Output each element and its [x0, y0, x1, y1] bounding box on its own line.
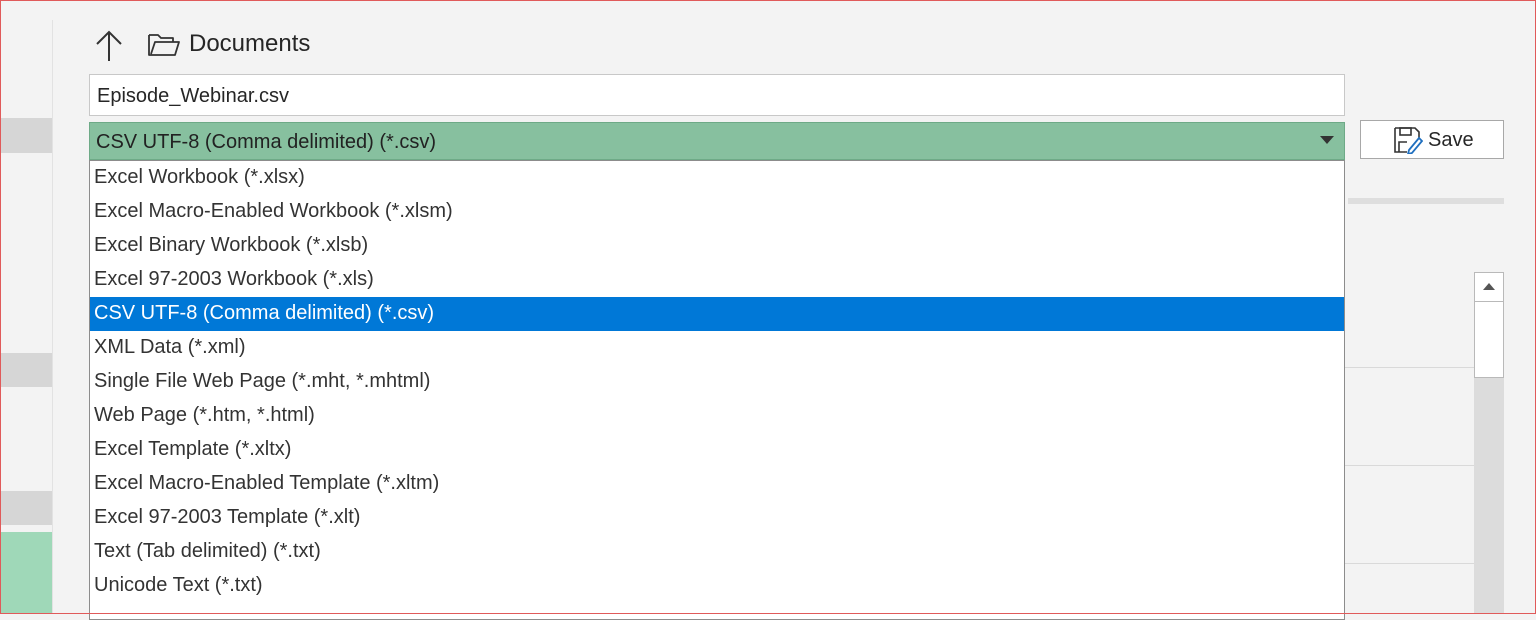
nav-divider — [52, 20, 53, 614]
folder-open-icon — [148, 34, 180, 56]
dropdown-arrow-icon — [1320, 136, 1334, 144]
file-type-option[interactable]: Excel 97-2003 Template (*.xlt) — [90, 501, 1344, 535]
current-location[interactable]: Documents — [189, 30, 310, 58]
save-as-icon — [1394, 127, 1423, 154]
up-folder-button[interactable] — [92, 28, 128, 64]
file-type-option[interactable]: Excel Template (*.xltx) — [90, 433, 1344, 467]
nav-item-selected[interactable] — [0, 532, 52, 614]
file-type-option[interactable]: Text (Tab delimited) (*.txt) — [90, 535, 1344, 569]
file-type-option[interactable]: Excel Macro-Enabled Workbook (*.xlsm) — [90, 195, 1344, 229]
file-type-option[interactable]: XML Data (*.xml) — [90, 331, 1344, 365]
file-type-dropdown-list[interactable]: Excel Workbook (*.xlsx) Excel Macro-Enab… — [89, 160, 1345, 620]
list-separator — [1345, 367, 1475, 368]
list-separator — [1345, 563, 1475, 564]
file-type-option[interactable]: Excel Macro-Enabled Template (*.xltm) — [90, 467, 1344, 501]
scrollbar-thumb[interactable] — [1474, 302, 1504, 378]
file-type-option[interactable]: Unicode Text (*.txt) — [90, 569, 1344, 603]
filename-input[interactable]: Episode_Webinar.csv — [89, 74, 1345, 116]
up-arrow-icon — [96, 30, 122, 61]
scroll-up-arrow-icon — [1483, 283, 1495, 290]
list-separator — [1345, 465, 1475, 466]
save-button-label: Save — [1428, 129, 1474, 151]
scroll-up-button[interactable] — [1474, 272, 1504, 302]
file-type-option[interactable]: Excel 97-2003 Workbook (*.xls) — [90, 263, 1344, 297]
nav-item[interactable] — [0, 353, 52, 387]
save-button[interactable]: Save — [1360, 120, 1504, 159]
file-type-option[interactable]: Excel Binary Workbook (*.xlsb) — [90, 229, 1344, 263]
file-type-option[interactable]: Web Page (*.htm, *.html) — [90, 399, 1344, 433]
file-type-option[interactable]: Excel Workbook (*.xlsx) — [90, 161, 1344, 195]
file-type-select[interactable]: CSV UTF-8 (Comma delimited) (*.csv) — [89, 122, 1345, 160]
file-type-option-highlighted[interactable]: CSV UTF-8 (Comma delimited) (*.csv) — [90, 297, 1344, 331]
nav-item[interactable] — [0, 118, 52, 153]
nav-item[interactable] — [0, 491, 52, 525]
vertical-scrollbar[interactable] — [1474, 272, 1504, 614]
file-type-selected-label: CSV UTF-8 (Comma delimited) (*.csv) — [96, 131, 437, 153]
backstage-nav — [0, 0, 53, 614]
panel-divider — [1348, 198, 1504, 204]
file-type-option[interactable]: Single File Web Page (*.mht, *.mhtml) — [90, 365, 1344, 399]
